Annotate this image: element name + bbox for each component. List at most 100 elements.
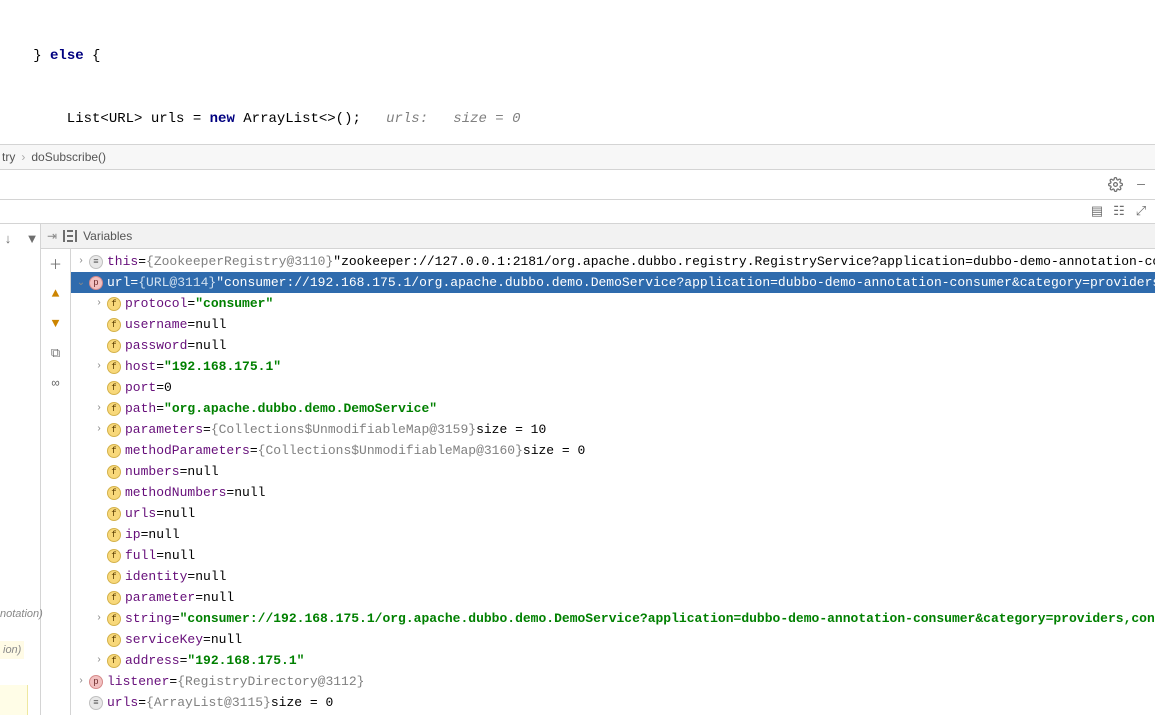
- variable-value: size = 10: [476, 422, 546, 437]
- variable-name: parameter: [125, 590, 195, 605]
- param-badge-icon: p: [89, 276, 103, 290]
- chevron-right-icon[interactable]: ›: [93, 424, 105, 435]
- variable-value: null: [195, 317, 226, 332]
- variable-row[interactable]: ›furls = null: [71, 503, 1155, 524]
- variable-row[interactable]: ›fparameter = null: [71, 587, 1155, 608]
- variable-type: {RegistryDirectory@3112}: [177, 674, 364, 689]
- field-badge-icon: f: [107, 318, 121, 332]
- variable-name: listener: [107, 674, 169, 689]
- chevron-down-icon[interactable]: ⌄: [75, 277, 87, 289]
- chevron-right-icon[interactable]: ›: [75, 256, 87, 267]
- field-badge-icon: f: [107, 549, 121, 563]
- variable-name: numbers: [125, 464, 180, 479]
- variable-row[interactable]: ›faddress = "192.168.175.1": [71, 650, 1155, 671]
- variable-row[interactable]: ›≡this = {ZookeeperRegistry@3110} "zooke…: [71, 251, 1155, 272]
- breadcrumb-item[interactable]: doSubscribe(): [31, 150, 106, 164]
- plus-icon[interactable]: ＋: [48, 255, 64, 271]
- variable-value: "192.168.175.1": [187, 653, 304, 668]
- debug-toolbar: —: [0, 170, 1155, 200]
- variable-value: null: [148, 527, 179, 542]
- variable-value: null: [203, 590, 234, 605]
- variable-row[interactable]: ›fpath = "org.apache.dubbo.demo.DemoServ…: [71, 398, 1155, 419]
- chevron-right-icon[interactable]: ›: [93, 361, 105, 372]
- variable-row[interactable]: ›fusername = null: [71, 314, 1155, 335]
- variable-name: methodNumbers: [125, 485, 226, 500]
- variable-value: null: [187, 464, 218, 479]
- variable-row[interactable]: ›fstring = "consumer://192.168.175.1/org…: [71, 608, 1155, 629]
- arrow-down-icon[interactable]: ↓: [0, 230, 16, 246]
- chevron-right-icon[interactable]: ›: [93, 613, 105, 624]
- code-line: List<URL> urls = new ArrayList<>(); urls…: [0, 109, 1155, 130]
- chevron-right-icon[interactable]: ›: [93, 298, 105, 309]
- field-badge-icon: f: [107, 591, 121, 605]
- variable-row[interactable]: ⌄purl = {URL@3114} "consumer://192.168.1…: [71, 272, 1155, 293]
- field-badge-icon: f: [107, 507, 121, 521]
- arrow-up-icon[interactable]: ▲: [48, 285, 64, 301]
- field-badge-icon: f: [107, 570, 121, 584]
- variable-value: 0: [164, 380, 172, 395]
- variable-row[interactable]: ›fidentity = null: [71, 566, 1155, 587]
- field-badge-icon: f: [107, 486, 121, 500]
- layout-icon[interactable]: ▤: [1089, 204, 1105, 220]
- chevron-right-icon[interactable]: ›: [75, 676, 87, 687]
- restore-icon[interactable]: ⤢: [1133, 204, 1149, 220]
- code-editor[interactable]: } else { List<URL> urls = new ArrayList<…: [0, 0, 1155, 144]
- debug-subtoolbar: ▤ ☷ ⤢: [0, 200, 1155, 224]
- variable-row[interactable]: ›fnumbers = null: [71, 461, 1155, 482]
- equals-badge-icon: ≡: [89, 255, 103, 269]
- gear-icon[interactable]: [1107, 177, 1123, 193]
- code-line: } else {: [0, 46, 1155, 67]
- layout2-icon[interactable]: ☷: [1111, 204, 1127, 220]
- breadcrumb-item[interactable]: try: [2, 150, 15, 164]
- variable-row[interactable]: ›plistener = {RegistryDirectory@3112}: [71, 671, 1155, 692]
- glasses-icon[interactable]: ∞: [48, 375, 64, 391]
- variable-name: urls: [107, 695, 138, 710]
- variable-name: serviceKey: [125, 632, 203, 647]
- variable-row[interactable]: ›fprotocol = "consumer": [71, 293, 1155, 314]
- variable-row[interactable]: ›≡urls = {ArrayList@3115} size = 0: [71, 692, 1155, 713]
- variable-value: "consumer": [195, 296, 273, 311]
- variable-row[interactable]: ›fmethodNumbers = null: [71, 482, 1155, 503]
- variable-value: "consumer://192.168.175.1/org.apache.dub…: [216, 275, 1155, 290]
- variable-name: this: [107, 254, 138, 269]
- variable-name: password: [125, 338, 187, 353]
- chevron-right-icon[interactable]: ›: [93, 655, 105, 666]
- filter-icon[interactable]: ▼: [24, 230, 40, 246]
- variable-row[interactable]: ›fhost = "192.168.175.1": [71, 356, 1155, 377]
- list-icon: [63, 230, 77, 242]
- minimize-icon[interactable]: —: [1133, 177, 1149, 193]
- field-badge-icon: f: [107, 528, 121, 542]
- variable-row[interactable]: ›fparameters = {Collections$Unmodifiable…: [71, 419, 1155, 440]
- variable-row[interactable]: ›fserviceKey = null: [71, 629, 1155, 650]
- variable-name: identity: [125, 569, 187, 584]
- variable-value: null: [195, 338, 226, 353]
- variable-type: {URL@3114}: [138, 275, 216, 290]
- variable-value: null: [234, 485, 265, 500]
- variable-name: username: [125, 317, 187, 332]
- equals-badge-icon: ≡: [89, 696, 103, 710]
- variable-row[interactable]: ›fip = null: [71, 524, 1155, 545]
- chevron-right-icon[interactable]: ›: [93, 403, 105, 414]
- variable-value: size = 0: [271, 695, 333, 710]
- variable-row[interactable]: ›ffull = null: [71, 545, 1155, 566]
- sticky-note: [0, 685, 28, 715]
- field-badge-icon: f: [107, 339, 121, 353]
- variable-value: "zookeeper://127.0.0.1:2181/org.apache.d…: [333, 254, 1155, 269]
- variable-value: null: [164, 548, 195, 563]
- copy-icon[interactable]: ⧉: [48, 345, 64, 361]
- variable-value: "192.168.175.1": [164, 359, 281, 374]
- variable-row[interactable]: ›fmethodParameters = {Collections$Unmodi…: [71, 440, 1155, 461]
- variables-tree[interactable]: ›≡this = {ZookeeperRegistry@3110} "zooke…: [71, 249, 1155, 715]
- variable-name: host: [125, 359, 156, 374]
- field-badge-icon: f: [107, 402, 121, 416]
- pin-icon[interactable]: ⇥: [47, 229, 57, 243]
- variable-name: methodParameters: [125, 443, 250, 458]
- chevron-right-icon: ›: [21, 150, 25, 164]
- variable-name: address: [125, 653, 180, 668]
- variable-value: "consumer://192.168.175.1/org.apache.dub…: [180, 611, 1155, 626]
- variable-row[interactable]: ›fport = 0: [71, 377, 1155, 398]
- variable-value: size = 0: [523, 443, 585, 458]
- field-badge-icon: f: [107, 465, 121, 479]
- variable-row[interactable]: ›fpassword = null: [71, 335, 1155, 356]
- arrow-down-icon[interactable]: ▼: [48, 315, 64, 331]
